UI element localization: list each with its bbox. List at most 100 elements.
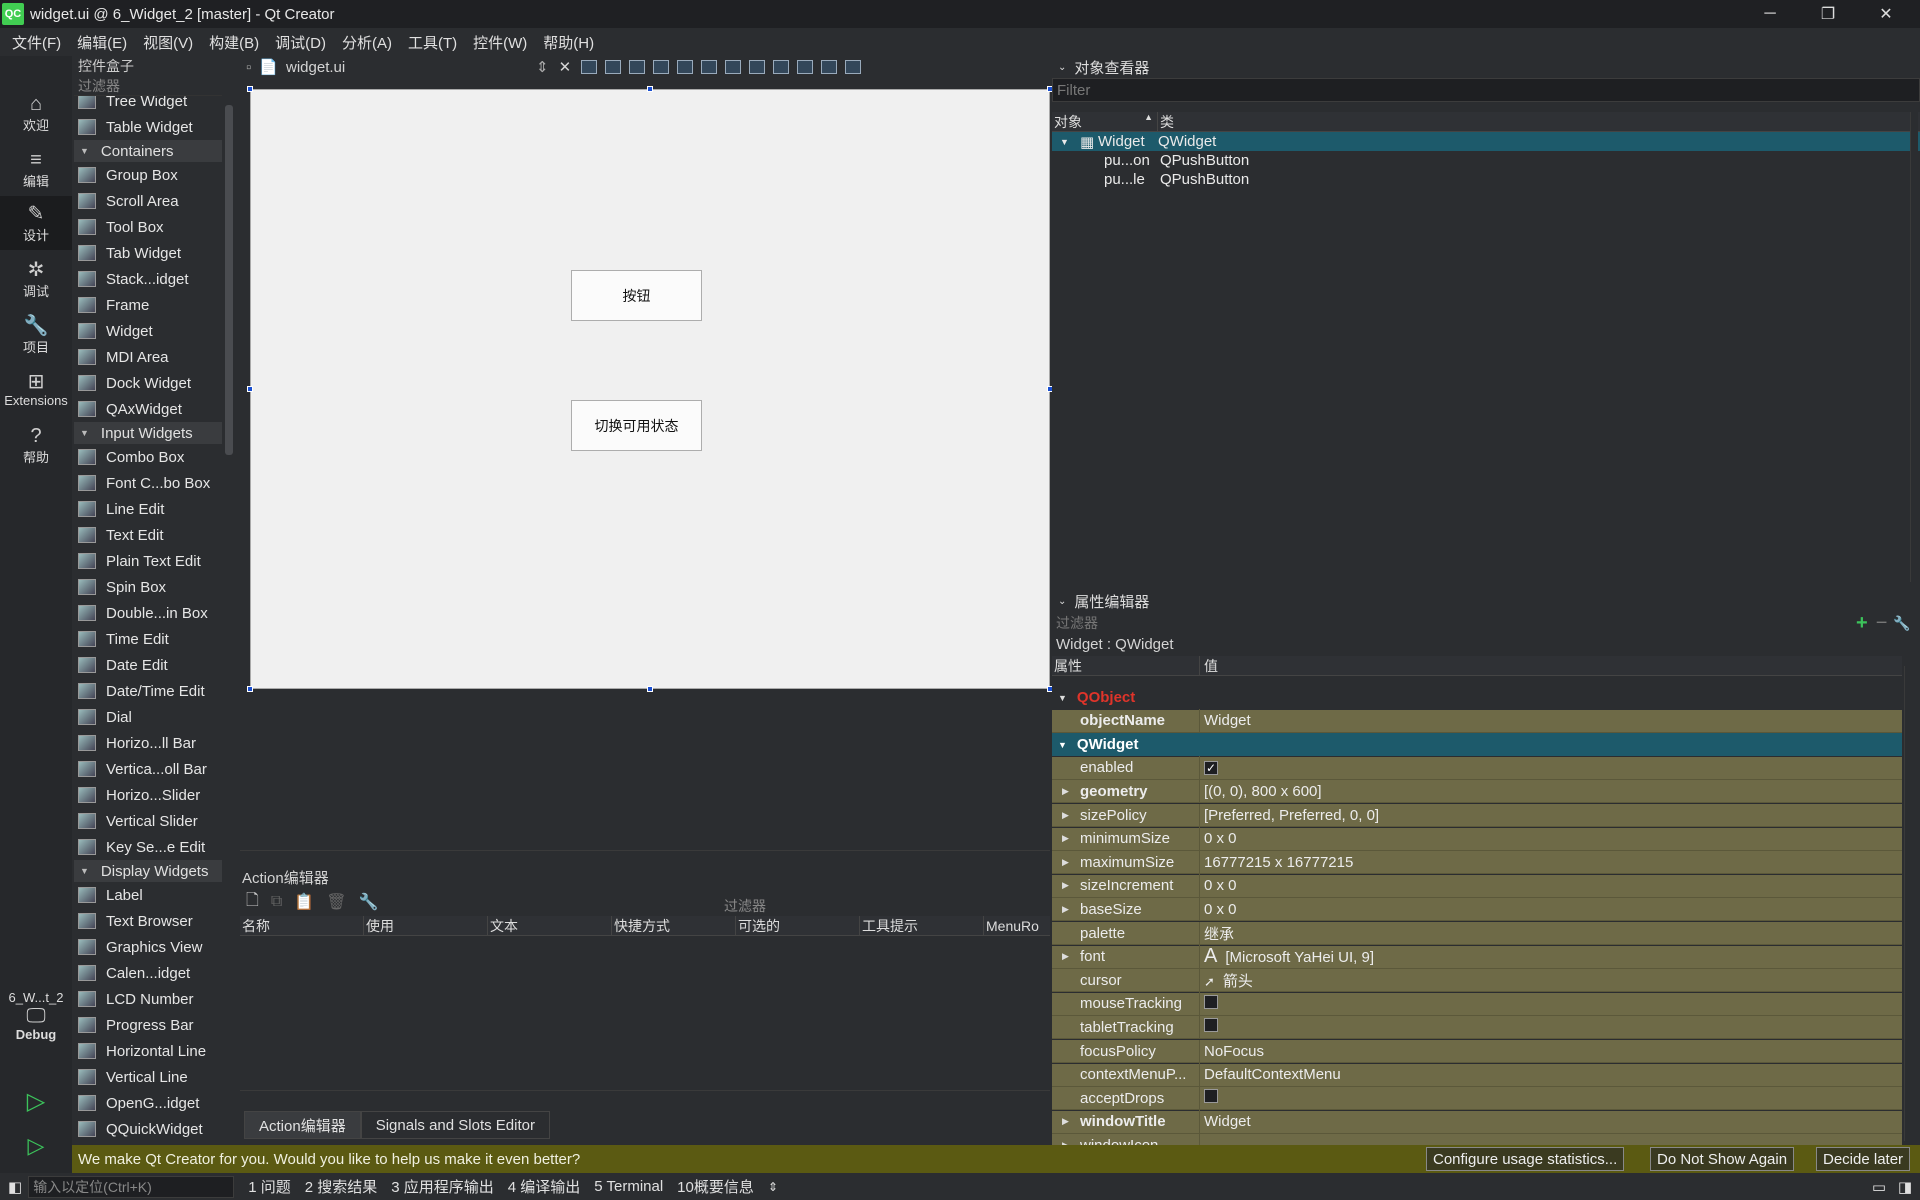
widget-box-item[interactable]: Date/Time Edit — [74, 678, 222, 704]
resize-handle[interactable] — [247, 686, 253, 692]
paste-icon[interactable]: 📋 — [294, 892, 314, 912]
col-property[interactable]: 属性 — [1052, 656, 1200, 675]
property-value[interactable]: ✓ — [1200, 759, 1218, 776]
widget-box-item[interactable]: Scroll Area — [74, 188, 222, 214]
tree-row[interactable]: pu...on QPushButton — [1052, 151, 1920, 170]
widget-box-item[interactable]: Combo Box — [74, 444, 222, 470]
layout-form-icon[interactable] — [797, 60, 814, 74]
property-value[interactable]: [Preferred, Preferred, 0, 0] — [1200, 807, 1379, 824]
widget-box-item[interactable]: Tab Widget — [74, 240, 222, 266]
expand-right-icon[interactable]: ▶ — [1062, 857, 1069, 868]
mode-projects[interactable]: 🔧 项目 — [0, 308, 72, 362]
property-row[interactable]: ▶ sizeIncrement 0 x 0 — [1052, 874, 1902, 898]
property-row[interactable]: tabletTracking — [1052, 1015, 1902, 1040]
property-category-qobject[interactable]: ▼ QObject — [1052, 686, 1902, 709]
add-dynamic-property-icon[interactable]: + — [1856, 612, 1868, 635]
pane-general-messages[interactable]: 10概要信息 — [677, 1176, 754, 1197]
property-row[interactable]: ▶ font A [Microsoft YaHei UI, 9] — [1052, 945, 1902, 969]
widget-box-item[interactable]: Calen...idget — [74, 960, 222, 986]
mode-help[interactable]: ? 帮助 — [0, 418, 72, 472]
widget-box-item[interactable]: Stack...idget — [74, 266, 222, 292]
kit-selector[interactable]: 6_W...t_2 🖵 Debug — [0, 976, 72, 1056]
edit-buddies-icon[interactable] — [629, 60, 646, 74]
run-icon[interactable]: ▷ — [0, 1081, 72, 1121]
property-checkbox[interactable] — [1204, 1018, 1218, 1033]
property-row[interactable]: objectName Widget — [1052, 709, 1902, 733]
property-row[interactable]: ▶ sizePolicy [Preferred, Preferred, 0, 0] — [1052, 803, 1902, 827]
configure-wrench-icon[interactable]: 🔧 — [1893, 615, 1910, 632]
property-row[interactable]: mouseTracking — [1052, 992, 1902, 1016]
copy-icon[interactable]: ⧉ — [271, 893, 282, 911]
canvas-h-scrollbar[interactable] — [240, 850, 1050, 864]
layout-grid-icon[interactable] — [773, 60, 790, 74]
col-menurole[interactable]: MenuRo — [984, 916, 1044, 935]
col-tooltip[interactable]: 工具提示 — [860, 916, 984, 935]
widget-box-item[interactable]: Text Edit — [74, 522, 222, 548]
widget-box-item[interactable]: Tool Box — [74, 214, 222, 240]
progress-details-icon[interactable]: ▭ — [1872, 1178, 1886, 1196]
mode-extensions[interactable]: ⊞ Extensions — [0, 362, 72, 416]
widget-box-item[interactable]: Vertical Line — [74, 1064, 222, 1090]
property-v-scrollbar[interactable] — [1904, 666, 1914, 1141]
expand-right-icon[interactable]: ▶ — [1062, 904, 1069, 915]
close-icon[interactable]: ✕ — [1862, 0, 1910, 28]
property-value[interactable]: 0 x 0 — [1200, 901, 1237, 918]
property-value[interactable] — [1200, 994, 1218, 1013]
property-value[interactable]: NoFocus — [1200, 1043, 1264, 1060]
col-text[interactable]: 文本 — [488, 916, 612, 935]
pane-compile-output[interactable]: 4 编译输出 — [508, 1176, 581, 1197]
property-value[interactable]: 16777215 x 16777215 — [1200, 854, 1353, 871]
menu-edit[interactable]: 编辑(E) — [69, 32, 135, 53]
property-value[interactable]: 0 x 0 — [1200, 830, 1237, 847]
configure-usage-button[interactable]: Configure usage statistics... — [1426, 1147, 1625, 1171]
widget-box-item[interactable]: OpenG...idget — [74, 1090, 222, 1116]
chevron-updown-icon[interactable]: ⇕ — [768, 1180, 778, 1194]
break-layout-icon[interactable] — [821, 60, 838, 74]
resize-handle[interactable] — [247, 386, 253, 392]
widget-box-item[interactable]: MDI Area — [74, 344, 222, 370]
do-not-show-again-button[interactable]: Do Not Show Again — [1650, 1147, 1795, 1171]
property-value[interactable]: DefaultContextMenu — [1200, 1066, 1341, 1083]
restore-icon[interactable]: ❐ — [1804, 0, 1852, 28]
widget-box-item[interactable]: Date Edit — [74, 652, 222, 678]
col-name[interactable]: 名称 — [240, 916, 364, 935]
action-h-scrollbar[interactable] — [240, 1090, 1050, 1104]
expand-right-icon[interactable]: ▶ — [1062, 951, 1069, 962]
property-row[interactable]: cursor ➚ 箭头 — [1052, 968, 1902, 993]
new-action-icon[interactable]: 🗋 — [246, 889, 259, 916]
widget-box-item[interactable]: Table Widget — [74, 114, 222, 140]
expand-right-icon[interactable]: ▶ — [1062, 833, 1069, 844]
editor-file-tab[interactable]: widget.ui — [286, 59, 536, 76]
widget-box-item[interactable]: Text Browser — [74, 908, 222, 934]
property-category-qwidget[interactable]: ▼ QWidget — [1052, 733, 1902, 757]
mode-welcome[interactable]: ⌂ 欢迎 — [0, 86, 72, 140]
property-row[interactable]: ▶ minimumSize 0 x 0 — [1052, 827, 1902, 851]
property-row[interactable]: contextMenuP... DefaultContextMenu — [1052, 1063, 1902, 1087]
mode-design[interactable]: ✎ 设计 — [0, 196, 72, 250]
expand-right-icon[interactable]: ▶ — [1062, 786, 1069, 797]
widget-box-item[interactable]: Horizo...ll Bar — [74, 730, 222, 756]
property-value[interactable]: ➚ 箭头 — [1200, 970, 1253, 991]
tree-row[interactable]: pu...le QPushButton — [1052, 170, 1920, 189]
mode-debug[interactable]: ✲ 调试 — [0, 252, 72, 306]
property-value[interactable]: 继承 — [1200, 923, 1234, 944]
col-used[interactable]: 使用 — [364, 916, 488, 935]
expand-right-icon[interactable]: ▶ — [1062, 1116, 1069, 1127]
property-row[interactable]: enabled ✓ — [1052, 756, 1902, 780]
property-row[interactable]: acceptDrops — [1052, 1086, 1902, 1111]
widget-box-item[interactable]: QQuickWidget — [74, 1116, 222, 1142]
widget-box-item[interactable]: Line Edit — [74, 496, 222, 522]
widget-box-item[interactable]: Tree Widget — [74, 96, 222, 114]
widget-box-item[interactable]: Font C...bo Box — [74, 470, 222, 496]
expand-right-icon[interactable]: ▶ — [1062, 880, 1069, 891]
property-value[interactable]: Widget — [1200, 712, 1251, 729]
property-value[interactable] — [1200, 1018, 1218, 1036]
action-filter-input[interactable]: 过滤器 — [720, 896, 1040, 916]
property-row[interactable]: palette 继承 — [1052, 921, 1902, 945]
edit-widgets-icon[interactable] — [581, 60, 598, 74]
widget-box-item[interactable]: QAxWidget — [74, 396, 222, 422]
col-checkable[interactable]: 可选的 — [736, 916, 860, 935]
expand-right-icon[interactable]: ▶ — [1062, 810, 1069, 821]
widget-category[interactable]: ▼ Input Widgets — [74, 422, 222, 444]
pane-terminal[interactable]: 5 Terminal — [594, 1178, 663, 1195]
